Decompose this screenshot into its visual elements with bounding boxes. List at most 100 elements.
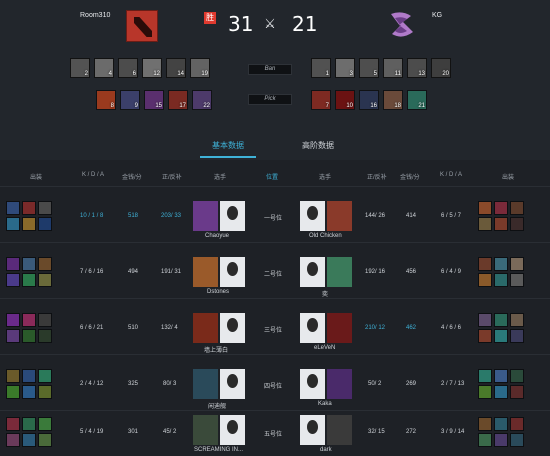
ban-hero[interactable]: 6 [118,58,138,78]
item-icon[interactable] [510,257,524,271]
player-right-name[interactable]: Old Chicken [309,233,342,239]
item-icon[interactable] [478,257,492,271]
item-icon[interactable] [494,201,508,215]
ban-hero[interactable]: 20 [431,58,451,78]
player-left-name[interactable]: Dstones [207,289,229,295]
item-icon[interactable] [6,313,20,327]
player-left-name[interactable]: SCREAMING IN... [194,447,243,453]
item-icon[interactable] [6,201,20,215]
tab-advanced-stats[interactable]: 高阶数据 [302,140,334,151]
player-right-name[interactable]: 奕 [322,289,328,298]
item-icon[interactable] [6,433,20,447]
item-icon[interactable] [38,433,52,447]
item-icon[interactable] [38,313,52,327]
player-left-name[interactable]: 闲迪舰 [208,401,226,410]
pick-hero[interactable]: 7 [311,90,331,110]
item-icon[interactable] [510,417,524,431]
player-right-name[interactable]: Kaka [318,401,332,407]
item-icon[interactable] [38,385,52,399]
pick-hero[interactable]: 18 [383,90,403,110]
ban-hero[interactable]: 14 [166,58,186,78]
item-icon[interactable] [22,417,36,431]
item-icon[interactable] [510,369,524,383]
pick-hero[interactable]: 10 [335,90,355,110]
item-icon[interactable] [38,417,52,431]
tab-basic-stats[interactable]: 基本数据 [212,140,244,151]
item-icon[interactable] [510,217,524,231]
ban-hero[interactable]: 12 [142,58,162,78]
item-icon[interactable] [22,433,36,447]
ban-hero[interactable]: 4 [94,58,114,78]
item-icon[interactable] [6,273,20,287]
pick-hero[interactable]: 15 [144,90,164,110]
item-icon[interactable] [494,273,508,287]
item-icon[interactable] [38,201,52,215]
item-icon[interactable] [38,217,52,231]
player-right-name[interactable]: eLeVeN [314,345,335,351]
player-right-portrait[interactable] [300,313,352,343]
ban-hero[interactable]: 19 [190,58,210,78]
item-icon[interactable] [494,385,508,399]
item-icon[interactable] [494,313,508,327]
item-icon[interactable] [510,433,524,447]
item-icon[interactable] [478,369,492,383]
item-icon[interactable] [6,369,20,383]
pick-hero[interactable]: 16 [359,90,379,110]
item-icon[interactable] [22,217,36,231]
item-icon[interactable] [478,433,492,447]
item-icon[interactable] [494,217,508,231]
player-left-portrait[interactable] [193,257,245,287]
pick-hero[interactable]: 21 [407,90,427,110]
ban-hero[interactable]: 11 [383,58,403,78]
item-icon[interactable] [6,385,20,399]
item-icon[interactable] [38,369,52,383]
player-right-portrait[interactable] [300,201,352,231]
item-icon[interactable] [38,329,52,343]
item-icon[interactable] [510,329,524,343]
ban-hero[interactable]: 5 [359,58,379,78]
item-icon[interactable] [22,257,36,271]
player-left-portrait[interactable] [193,369,245,399]
item-icon[interactable] [22,329,36,343]
item-icon[interactable] [494,369,508,383]
item-icon[interactable] [494,329,508,343]
ban-hero[interactable]: 3 [335,58,355,78]
item-icon[interactable] [510,201,524,215]
ban-hero[interactable]: 2 [70,58,90,78]
player-left-portrait[interactable] [193,415,245,445]
item-icon[interactable] [22,201,36,215]
item-icon[interactable] [478,329,492,343]
player-left-name[interactable]: 墙上薄白 [204,345,228,354]
item-icon[interactable] [494,257,508,271]
item-icon[interactable] [22,273,36,287]
ban-hero[interactable]: 1 [311,58,331,78]
pick-hero[interactable]: 17 [168,90,188,110]
pick-hero[interactable]: 9 [120,90,140,110]
item-icon[interactable] [510,385,524,399]
item-icon[interactable] [478,201,492,215]
player-left-portrait[interactable] [193,201,245,231]
item-icon[interactable] [6,257,20,271]
item-icon[interactable] [494,417,508,431]
player-right-portrait[interactable] [300,415,352,445]
item-icon[interactable] [22,313,36,327]
player-right-portrait[interactable] [300,369,352,399]
item-icon[interactable] [38,257,52,271]
item-icon[interactable] [478,385,492,399]
item-icon[interactable] [478,217,492,231]
item-icon[interactable] [478,273,492,287]
item-icon[interactable] [478,417,492,431]
item-icon[interactable] [6,329,20,343]
item-icon[interactable] [510,273,524,287]
item-icon[interactable] [6,217,20,231]
player-left-name[interactable]: Chaoyue [205,233,229,239]
item-icon[interactable] [22,369,36,383]
item-icon[interactable] [38,273,52,287]
ban-hero[interactable]: 13 [407,58,427,78]
player-left-portrait[interactable] [193,313,245,343]
player-right-name[interactable]: dark [320,447,332,453]
player-right-portrait[interactable] [300,257,352,287]
pick-hero[interactable]: 22 [192,90,212,110]
item-icon[interactable] [478,313,492,327]
pick-hero[interactable]: 8 [96,90,116,110]
